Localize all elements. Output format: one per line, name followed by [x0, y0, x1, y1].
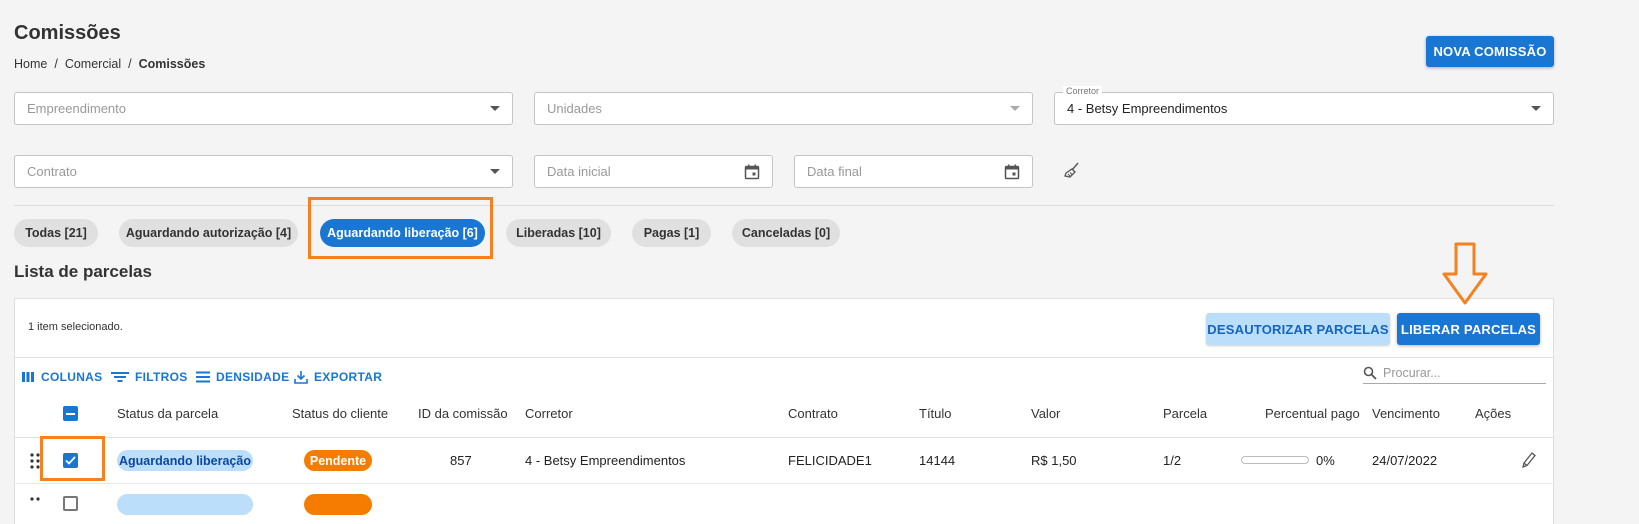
tab-pagas[interactable]: Pagas [1] — [632, 219, 711, 247]
filter-icon — [111, 372, 129, 382]
filters-button[interactable]: FILTROS — [111, 368, 188, 386]
deauthorize-button[interactable]: DESAUTORIZAR PARCELAS — [1206, 313, 1390, 345]
selection-info: 1 item selecionado. — [28, 321, 123, 333]
page-title: Comissões — [14, 22, 121, 44]
density-button[interactable]: DENSIDADE — [196, 368, 289, 386]
row-checkbox[interactable] — [63, 453, 78, 468]
client-status-badge — [304, 494, 372, 515]
data-final-field[interactable]: Data final — [794, 155, 1033, 188]
status-badge: Aguardando liberação — [117, 450, 253, 471]
column-header-contrato[interactable]: Contrato — [788, 406, 838, 421]
edit-pencil-icon[interactable] — [1520, 451, 1536, 474]
tab-canceladas[interactable]: Canceladas [0] — [732, 219, 840, 247]
column-header-valor[interactable]: Valor — [1031, 406, 1060, 421]
divider — [14, 205, 1554, 206]
tab-todas[interactable]: Todas [21] — [14, 219, 98, 247]
export-button[interactable]: EXPORTAR — [294, 368, 382, 386]
corretor-value: 4 - Betsy Empreendimentos — [1067, 101, 1228, 116]
calendar-icon[interactable] — [744, 164, 760, 180]
corretor-select[interactable]: Corretor 4 - Betsy Empreendimentos — [1054, 86, 1554, 125]
columns-icon — [22, 372, 34, 382]
cell-contrato: FELICIDADE1 — [788, 453, 872, 468]
list-title: Lista de parcelas — [14, 262, 152, 281]
contrato-placeholder: Contrato — [27, 164, 77, 179]
progress-bar — [1241, 456, 1309, 464]
breadcrumb-comercial[interactable]: Comercial — [65, 57, 121, 71]
download-icon — [294, 371, 308, 384]
calendar-icon[interactable] — [1004, 164, 1020, 180]
column-header-vencimento[interactable]: Vencimento — [1372, 406, 1440, 421]
drag-handle-icon[interactable] — [30, 453, 40, 474]
column-header-percentual-pago[interactable]: Percentual pago — [1265, 406, 1360, 421]
search-input[interactable]: Procurar... — [1363, 362, 1546, 384]
status-badge — [117, 494, 253, 515]
data-inicial-field[interactable]: Data inicial — [534, 155, 773, 188]
cell-vencimento: 24/07/2022 — [1372, 453, 1438, 468]
data-inicial-placeholder: Data inicial — [547, 164, 611, 179]
cell-id: 857 — [450, 453, 472, 468]
cell-percentual: 0% — [1316, 453, 1335, 468]
contrato-select[interactable]: Contrato — [14, 155, 513, 188]
unidades-select[interactable]: Unidades — [534, 92, 1033, 125]
unidades-placeholder: Unidades — [547, 101, 602, 116]
drag-handle-icon[interactable] — [30, 497, 40, 518]
chevron-down-icon — [490, 169, 500, 174]
breadcrumb-home[interactable]: Home — [14, 57, 47, 71]
cell-valor: R$ 1,50 — [1031, 453, 1077, 468]
filters-label: FILTROS — [135, 370, 188, 384]
breadcrumb: Home / Comercial / Comissões — [14, 57, 205, 71]
column-header-id-comissao[interactable]: ID da comissão — [418, 406, 508, 421]
release-button[interactable]: LIBERAR PARCELAS — [1397, 313, 1540, 345]
select-all-checkbox[interactable] — [63, 406, 78, 421]
corretor-label: Corretor — [1063, 86, 1103, 96]
cell-corretor: 4 - Betsy Empreendimentos — [525, 453, 686, 468]
empreendimento-select[interactable]: Empreendimento — [14, 92, 513, 125]
density-label: DENSIDADE — [216, 370, 290, 384]
breadcrumb-separator: / — [54, 57, 58, 71]
tab-aguardando-autorizacao[interactable]: Aguardando autorização [4] — [119, 219, 298, 247]
empreendimento-placeholder: Empreendimento — [27, 101, 126, 116]
column-header-status-cliente[interactable]: Status do cliente — [292, 406, 388, 421]
density-icon — [196, 371, 210, 383]
column-header-acoes: Ações — [1475, 406, 1512, 421]
search-icon — [1363, 366, 1377, 380]
column-header-corretor[interactable]: Corretor — [525, 406, 573, 421]
chevron-down-icon — [1531, 106, 1541, 111]
export-label: EXPORTAR — [314, 370, 383, 384]
clear-filters-broom-icon[interactable] — [1063, 161, 1081, 179]
columns-label: COLUNAS — [41, 370, 103, 384]
chevron-down-icon — [490, 106, 500, 111]
column-header-titulo[interactable]: Título — [919, 406, 952, 421]
cell-titulo: 14144 — [919, 453, 956, 468]
column-header-parcela[interactable]: Parcela — [1163, 406, 1207, 421]
breadcrumb-separator: / — [128, 57, 132, 71]
data-final-placeholder: Data final — [807, 164, 862, 179]
tab-liberadas[interactable]: Liberadas [10] — [506, 219, 611, 247]
search-placeholder: Procurar... — [1383, 365, 1441, 380]
tab-aguardando-liberacao[interactable]: Aguardando liberação [6] — [320, 219, 485, 247]
client-status-badge: Pendente — [304, 450, 372, 471]
row-checkbox[interactable] — [63, 496, 78, 511]
columns-button[interactable]: COLUNAS — [21, 368, 102, 386]
arrow-down-icon — [1441, 242, 1489, 306]
column-header-status-parcela[interactable]: Status da parcela — [117, 406, 218, 421]
breadcrumb-current: Comissões — [138, 57, 206, 71]
chevron-down-icon — [1010, 106, 1020, 111]
cell-parcela: 1/2 — [1163, 453, 1182, 468]
new-commission-button[interactable]: NOVA COMISSÃO — [1426, 36, 1554, 67]
